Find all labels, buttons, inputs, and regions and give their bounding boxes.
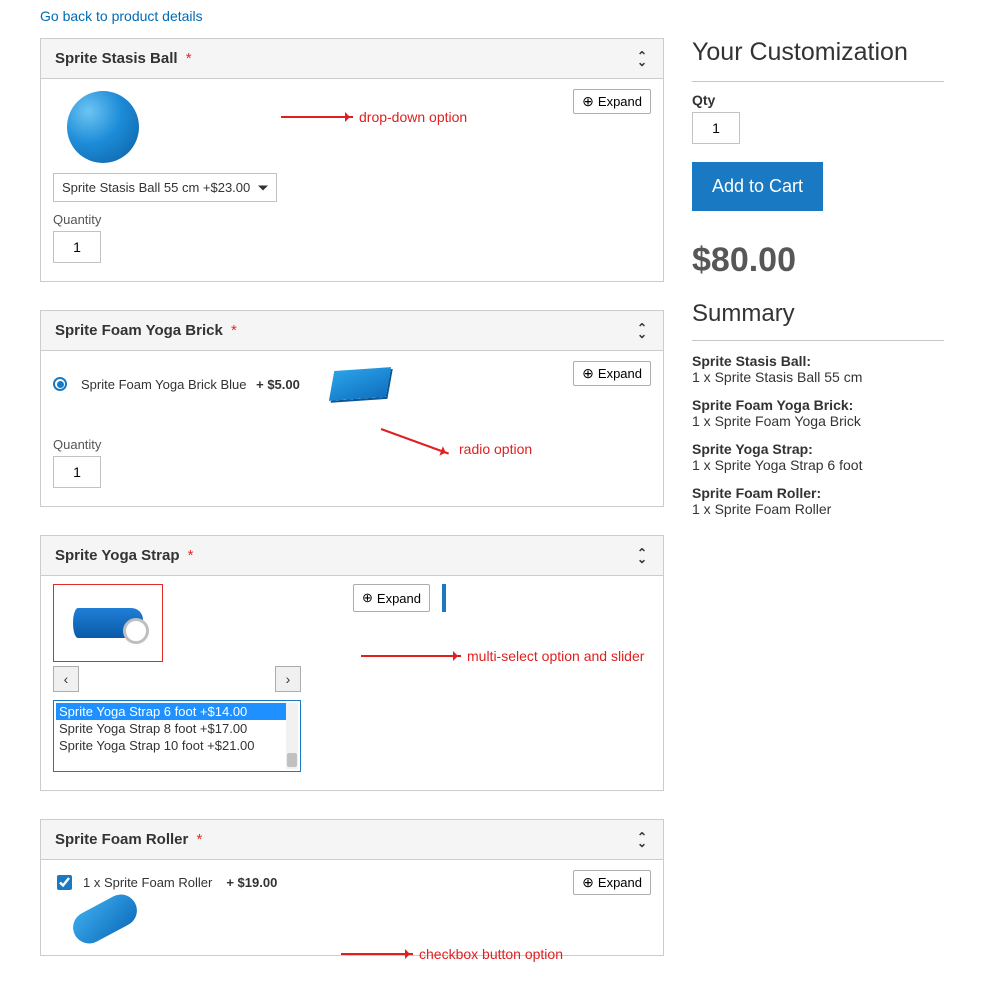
summary-item-value: 1 x Sprite Yoga Strap 6 foot [692, 457, 944, 473]
expand-button[interactable]: ⊕ Expand [353, 584, 430, 612]
arrow-icon [281, 116, 353, 118]
required-star: * [186, 50, 192, 67]
select-value: Sprite Stasis Ball 55 cm +$23.00 [62, 180, 250, 195]
zoom-in-icon: ⊕ [582, 365, 594, 382]
sidebar-qty-input[interactable] [692, 112, 740, 144]
expand-button[interactable]: ⊕ Expand [573, 870, 651, 895]
annotation-radio: radio option [381, 421, 532, 437]
option-stasis-ball: Sprite Stasis Ball * ⌃⌄ ⊕ Expand drop-do… [40, 38, 664, 282]
annotation-multi: multi-select option and slider [361, 648, 644, 664]
required-star: * [188, 547, 194, 564]
option-title: Sprite Foam Roller [55, 831, 188, 848]
strap-thumbnail[interactable] [53, 584, 163, 662]
summary-item-value: 1 x Sprite Foam Yoga Brick [692, 413, 944, 429]
summary-item-title: Sprite Stasis Ball: [692, 353, 944, 369]
brick-quantity-input[interactable] [53, 456, 101, 488]
summary-title: Summary [692, 300, 944, 341]
total-price: $80.00 [692, 241, 944, 280]
expand-button[interactable]: ⊕ Expand [573, 89, 651, 114]
scrollbar[interactable] [286, 703, 298, 769]
multiselect-option[interactable]: Sprite Yoga Strap 6 foot +$14.00 [56, 703, 298, 720]
slider-edge-indicator [442, 584, 446, 612]
annotation-text: drop-down option [359, 109, 467, 125]
multiselect-option[interactable]: Sprite Yoga Strap 8 foot +$17.00 [56, 720, 298, 737]
sort-handle-icon[interactable]: ⌃⌄ [635, 53, 649, 65]
radio-price: + $5.00 [256, 377, 300, 392]
annotation-text: radio option [459, 441, 532, 457]
required-star: * [197, 831, 203, 848]
summary-item: Sprite Stasis Ball: 1 x Sprite Stasis Ba… [692, 353, 944, 385]
zoom-in-icon: ⊕ [582, 93, 594, 110]
option-header: Sprite Foam Roller * ⌃⌄ [41, 820, 663, 860]
ball-variant-select[interactable]: Sprite Stasis Ball 55 cm +$23.00 [53, 173, 277, 202]
arrow-icon [341, 953, 413, 955]
ball-image [67, 91, 139, 163]
option-title: Sprite Stasis Ball [55, 50, 178, 67]
summary-item-title: Sprite Yoga Strap: [692, 441, 944, 457]
expand-label: Expand [598, 94, 642, 109]
multiselect-option[interactable]: Sprite Yoga Strap 10 foot +$21.00 [56, 737, 298, 754]
option-yoga-strap: Sprite Yoga Strap * ⌃⌄ ‹ › [40, 535, 664, 791]
radio-text: Sprite Foam Yoga Brick Blue [81, 377, 246, 392]
brick-radio[interactable] [53, 377, 67, 391]
roller-image [67, 889, 142, 949]
sidebar-title: Your Customization [692, 38, 944, 82]
strap-image [73, 608, 143, 638]
strap-multiselect[interactable]: Sprite Yoga Strap 6 foot +$14.00 Sprite … [53, 700, 301, 772]
option-title: Sprite Foam Yoga Brick [55, 322, 223, 339]
brick-radio-label: Sprite Foam Yoga Brick Blue + $5.00 [81, 377, 300, 392]
customization-sidebar: Your Customization Qty Add to Cart $80.0… [692, 38, 944, 529]
option-header: Sprite Stasis Ball * ⌃⌄ [41, 39, 663, 79]
sort-handle-icon[interactable]: ⌃⌄ [635, 325, 649, 337]
summary-item-title: Sprite Foam Roller: [692, 485, 944, 501]
checkbox-price: + $19.00 [226, 875, 277, 890]
summary-item-value: 1 x Sprite Stasis Ball 55 cm [692, 369, 944, 385]
annotation-text: checkbox button option [419, 946, 563, 962]
roller-checkbox[interactable] [57, 875, 72, 890]
add-to-cart-button[interactable]: Add to Cart [692, 162, 823, 211]
expand-label: Expand [377, 591, 421, 606]
option-title: Sprite Yoga Strap [55, 547, 179, 564]
brick-image [329, 367, 391, 401]
slider-prev-button[interactable]: ‹ [53, 666, 79, 692]
quantity-label: Quantity [53, 212, 651, 227]
quantity-label: Quantity [53, 437, 651, 452]
summary-item-title: Sprite Foam Yoga Brick: [692, 397, 944, 413]
expand-label: Expand [598, 366, 642, 381]
summary-item: Sprite Yoga Strap: 1 x Sprite Yoga Strap… [692, 441, 944, 473]
arrow-icon [361, 655, 461, 657]
option-foam-roller: Sprite Foam Roller * ⌃⌄ ⊕ Expand 1 x Spr… [40, 819, 664, 956]
zoom-in-icon: ⊕ [582, 874, 594, 891]
option-yoga-brick: Sprite Foam Yoga Brick * ⌃⌄ ⊕ Expand Spr… [40, 310, 664, 507]
expand-label: Expand [598, 875, 642, 890]
option-header: Sprite Yoga Strap * ⌃⌄ [41, 536, 663, 576]
option-header: Sprite Foam Yoga Brick * ⌃⌄ [41, 311, 663, 351]
summary-item: Sprite Foam Yoga Brick: 1 x Sprite Foam … [692, 397, 944, 429]
checkbox-label: 1 x Sprite Foam Roller [83, 875, 212, 890]
annotation-text: multi-select option and slider [467, 648, 644, 664]
sort-handle-icon[interactable]: ⌃⌄ [635, 550, 649, 562]
summary-item: Sprite Foam Roller: 1 x Sprite Foam Roll… [692, 485, 944, 517]
expand-button[interactable]: ⊕ Expand [573, 361, 651, 386]
zoom-in-icon: ⊕ [362, 590, 373, 606]
summary-item-value: 1 x Sprite Foam Roller [692, 501, 944, 517]
annotation-checkbox: checkbox button option [341, 946, 563, 962]
slider-next-button[interactable]: › [275, 666, 301, 692]
annotation-dropdown: drop-down option [281, 109, 467, 125]
ball-quantity-input[interactable] [53, 231, 101, 263]
qty-label: Qty [692, 92, 944, 108]
back-to-product-link[interactable]: Go back to product details [40, 8, 203, 24]
sort-handle-icon[interactable]: ⌃⌄ [635, 834, 649, 846]
required-star: * [231, 322, 237, 339]
